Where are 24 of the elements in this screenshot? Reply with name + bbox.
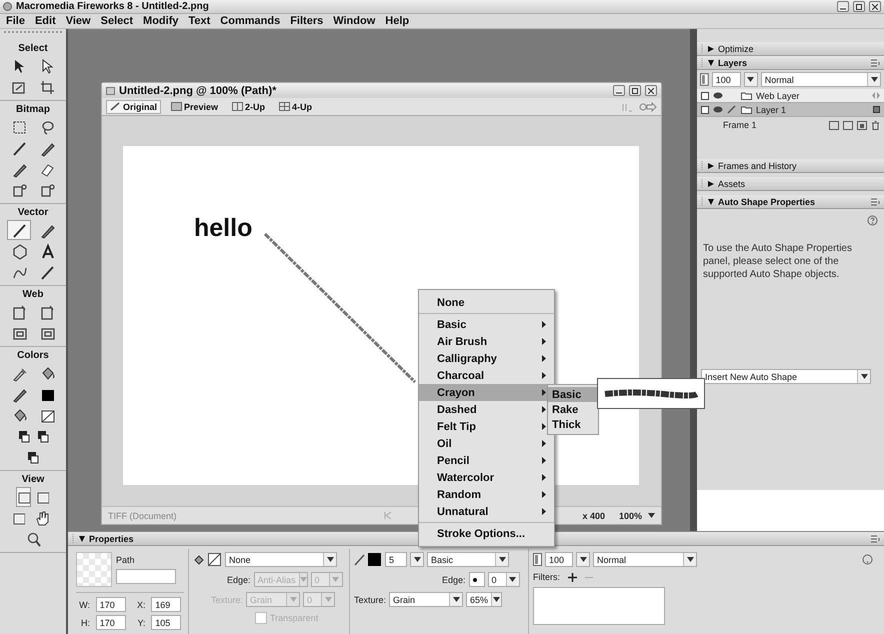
tool-section-title: Bitmap	[16, 104, 50, 115]
edge-label: Edge:	[442, 574, 466, 584]
filters-label: Filters:	[533, 572, 560, 582]
frame-label: Frame 1	[723, 120, 758, 130]
tool-section-title: Vector	[18, 207, 48, 218]
auto-shape-message: To use the Auto Shape Properties panel, please select one of the supported Auto Shape objects.	[703, 242, 853, 281]
layer-name: Web Layer	[756, 90, 800, 100]
object-type-label: Path	[116, 555, 136, 565]
texture-label: Texture:	[354, 594, 386, 604]
dimension-label: Y:	[136, 618, 146, 628]
tool-section-title: Web	[22, 289, 44, 300]
tool-section-title: Colors	[17, 350, 49, 361]
edge-label: Edge:	[227, 574, 251, 584]
layer-name: Layer 1	[756, 104, 788, 114]
tool-section-title: Select	[18, 43, 48, 54]
dimension-label: W:	[78, 600, 90, 610]
dimension-label: H:	[80, 618, 90, 628]
file-format-text: TIFF (Document)	[108, 510, 177, 520]
canvas-text: hello	[194, 214, 252, 243]
window-title: Macromedia Fireworks 8 - Untitled-2.png	[16, 1, 210, 12]
dimension-label: X:	[136, 600, 146, 610]
tool-section-title: View	[22, 474, 44, 485]
canvas-size-text: x 400	[582, 510, 605, 520]
document-title: Untitled-2.png @ 100% (Path)*	[119, 84, 278, 96]
